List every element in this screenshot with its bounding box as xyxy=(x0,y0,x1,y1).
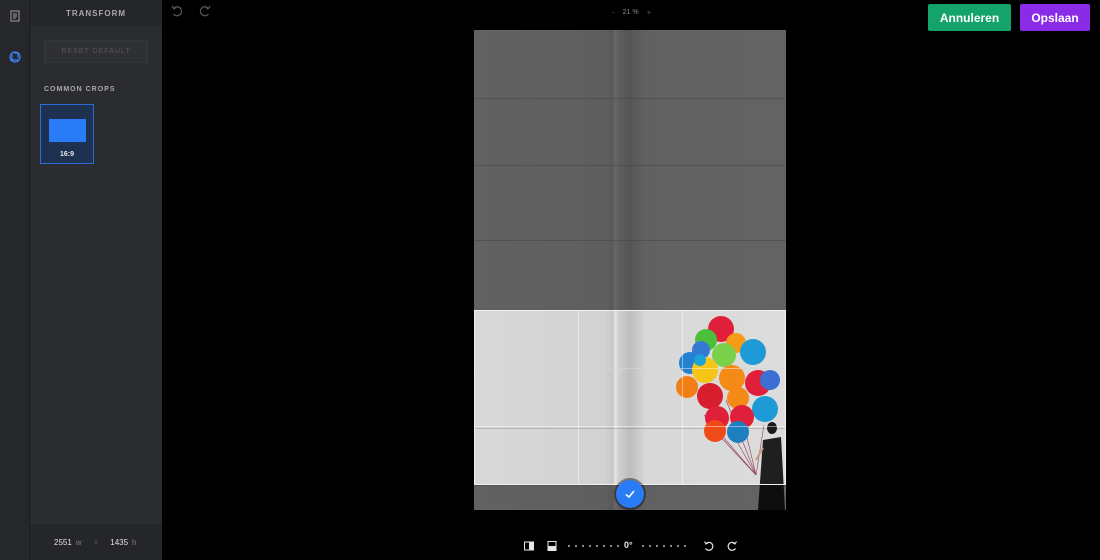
size-separator: × xyxy=(93,537,99,547)
crop-preset-16-9[interactable]: 16:9 xyxy=(40,104,94,164)
crop-grid-line xyxy=(682,311,683,484)
flip-horizontal-icon[interactable] xyxy=(522,539,536,553)
common-crops-title: COMMON CROPS xyxy=(44,86,116,93)
size-bar: 2551 w × 1435 h xyxy=(30,524,162,560)
width-value: 2551 xyxy=(54,537,72,547)
crop-preset-label: 16:9 xyxy=(59,151,74,158)
icon-rail xyxy=(0,0,30,560)
width-field[interactable]: 2551 w xyxy=(54,538,82,547)
zoom-out-button[interactable]: - xyxy=(612,8,615,17)
height-field[interactable]: 1435 h xyxy=(110,538,136,547)
height-unit: h xyxy=(132,537,137,547)
save-button[interactable]: Opslaan xyxy=(1020,4,1090,31)
reset-default-button[interactable]: RESET DEFAULT xyxy=(44,40,148,63)
rotate-left-icon[interactable] xyxy=(702,539,716,553)
crop-box[interactable] xyxy=(474,310,786,485)
crop-grid-line xyxy=(578,311,579,484)
rotation-dial[interactable]: 0° xyxy=(566,539,692,553)
redo-icon[interactable] xyxy=(198,4,212,18)
crop-preset-preview xyxy=(49,119,86,142)
height-value: 1435 xyxy=(110,537,129,547)
transform-panel: TRANSFORM RESET DEFAULT COMMON CROPS 16:… xyxy=(30,0,162,560)
panel-title: TRANSFORM xyxy=(30,0,162,26)
rotation-value: 0° xyxy=(624,540,633,550)
cancel-button[interactable]: Annuleren xyxy=(928,4,1011,31)
crop-grid-line xyxy=(475,368,785,369)
confirm-crop-button[interactable] xyxy=(616,480,644,508)
zoom-in-button[interactable]: + xyxy=(647,8,652,17)
document-icon[interactable] xyxy=(5,6,25,26)
rotation-ticks-right xyxy=(640,545,692,547)
undo-icon[interactable] xyxy=(170,4,184,18)
rotate-right-icon[interactable] xyxy=(725,539,739,553)
width-unit: w xyxy=(75,537,82,547)
crop-dim-top xyxy=(474,30,786,310)
rotation-ticks-left xyxy=(566,545,622,547)
flip-vertical-icon[interactable] xyxy=(545,539,559,553)
checkmark-icon xyxy=(625,490,635,499)
zoom-control: - 21 % + xyxy=(612,8,651,17)
crop-transform-icon[interactable] xyxy=(5,47,25,67)
crop-grid-line xyxy=(475,426,785,427)
zoom-level: 21 % xyxy=(622,9,639,16)
